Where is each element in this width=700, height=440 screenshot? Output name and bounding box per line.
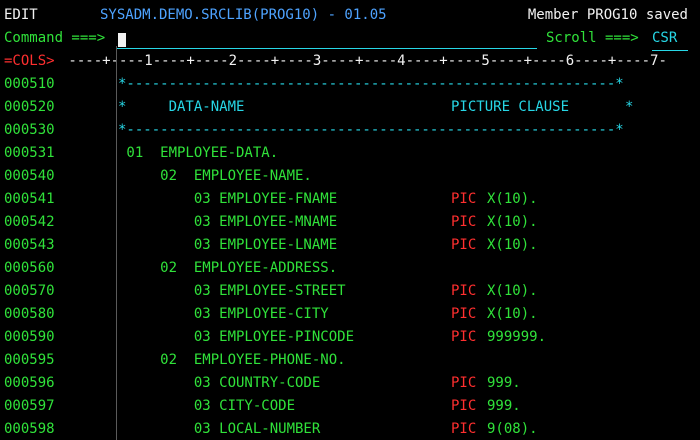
pic-value: 9(08). xyxy=(487,421,538,437)
source-code-text[interactable]: 03 COUNTRY-CODE xyxy=(118,372,320,395)
pic-keyword: PIC xyxy=(451,214,477,230)
source-line: 000595 02 EMPLOYEE-PHONE-NO. xyxy=(0,349,700,372)
ispf-edit-screen: EDIT SYSADM.DEMO.SRCLIB(PROG10) - 01.05 … xyxy=(0,0,700,440)
line-number-prefix[interactable]: 000598 xyxy=(4,418,109,440)
pic-value: X(10). xyxy=(487,191,538,207)
line-number-prefix[interactable]: 000570 xyxy=(4,280,109,303)
source-code-text[interactable]: 01 EMPLOYEE-DATA. xyxy=(118,142,278,165)
pic-keyword: PIC xyxy=(451,306,477,322)
source-line: 000541 03 EMPLOYEE-FNAME PIC X(10). xyxy=(0,188,700,211)
source-line: 000580 03 EMPLOYEE-CITY PIC X(10). xyxy=(0,303,700,326)
pic-value: 999999. xyxy=(487,329,547,345)
picture-clause-heading: PICTURE CLAUSE xyxy=(451,99,570,115)
line-number-prefix[interactable]: 000580 xyxy=(4,303,109,326)
pic-keyword: PIC xyxy=(451,191,477,207)
source-code-text[interactable]: 03 EMPLOYEE-MNAME xyxy=(118,211,337,234)
title-bar: EDIT SYSADM.DEMO.SRCLIB(PROG10) - 01.05 … xyxy=(0,4,700,27)
source-code-text[interactable]: *---------------------------------------… xyxy=(118,119,624,142)
comment-end-marker: * xyxy=(625,99,634,115)
pic-value: X(10). xyxy=(487,214,538,230)
source-code-text[interactable]: 03 EMPLOYEE-LNAME xyxy=(118,234,337,257)
scroll-label: Scroll ===> xyxy=(546,30,639,46)
command-input[interactable] xyxy=(117,30,537,49)
source-code-text[interactable]: 03 EMPLOYEE-PINCODE xyxy=(118,326,354,349)
line-number-prefix[interactable]: 000530 xyxy=(4,119,109,142)
line-number-prefix[interactable]: 000541 xyxy=(4,188,109,211)
line-number-prefix[interactable]: 000531 xyxy=(4,142,109,165)
line-number-prefix[interactable]: 000540 xyxy=(4,165,109,188)
source-code-text[interactable]: 03 CITY-CODE xyxy=(118,395,295,418)
pic-value: 999. xyxy=(487,375,521,391)
command-label: Command ===> xyxy=(4,30,106,46)
source-line: 000531 01 EMPLOYEE-DATA. xyxy=(0,142,700,165)
source-line: 000540 02 EMPLOYEE-NAME. xyxy=(0,165,700,188)
line-number-prefix[interactable]: 000543 xyxy=(4,234,109,257)
pic-value: X(10). xyxy=(487,306,538,322)
pic-value: 999. xyxy=(487,398,521,414)
line-number-prefix[interactable]: 000596 xyxy=(4,372,109,395)
source-line: 000596 03 COUNTRY-CODE PIC 999. xyxy=(0,372,700,395)
source-code-text[interactable]: * DATA-NAME xyxy=(118,96,244,119)
source-line: 000598 03 LOCAL-NUMBER PIC 9(08). xyxy=(0,418,700,440)
pic-keyword: PIC xyxy=(451,375,477,391)
text-cursor xyxy=(118,33,126,47)
pic-keyword: PIC xyxy=(451,421,477,437)
line-number-prefix[interactable]: 000597 xyxy=(4,395,109,418)
scroll-amount-field[interactable]: CSR xyxy=(652,27,688,51)
line-number-prefix[interactable]: 000595 xyxy=(4,349,109,372)
source-line: 000560 02 EMPLOYEE-ADDRESS. xyxy=(0,257,700,280)
edit-mode-label: EDIT xyxy=(4,7,38,23)
cols-tag: =COLS> xyxy=(4,53,55,69)
line-number-prefix[interactable]: 000542 xyxy=(4,211,109,234)
source-code-text[interactable]: 03 EMPLOYEE-CITY xyxy=(118,303,329,326)
line-number-prefix[interactable]: 000560 xyxy=(4,257,109,280)
column-ruler: =COLS> ----+----1----+----2----+----3---… xyxy=(0,50,700,73)
line-number-prefix[interactable]: 000590 xyxy=(4,326,109,349)
pic-keyword: PIC xyxy=(451,237,477,253)
source-code-text[interactable]: 03 LOCAL-NUMBER xyxy=(118,418,320,440)
source-line: 000543 03 EMPLOYEE-LNAME PIC X(10). xyxy=(0,234,700,257)
pic-value: X(10). xyxy=(487,283,538,299)
source-line: 000590 03 EMPLOYEE-PINCODE PIC 999999. xyxy=(0,326,700,349)
pic-keyword: PIC xyxy=(451,329,477,345)
source-line: 000510 *---------------------------------… xyxy=(0,73,700,96)
pic-value: X(10). xyxy=(487,237,538,253)
source-code-text[interactable]: *---------------------------------------… xyxy=(118,73,624,96)
source-code-text[interactable]: 02 EMPLOYEE-PHONE-NO. xyxy=(118,349,345,372)
source-line: 000520 * DATA-NAME PICTURE CLAUSE * xyxy=(0,96,700,119)
source-code-text[interactable]: 03 EMPLOYEE-STREET xyxy=(118,280,346,303)
status-message: Member PROG10 saved xyxy=(527,7,688,23)
source-line: 000530 *---------------------------------… xyxy=(0,119,700,142)
source-code-text[interactable]: 03 EMPLOYEE-FNAME xyxy=(118,188,337,211)
command-line: Command ===> Scroll ===> CSR xyxy=(0,27,700,51)
ruler-scale: ----+----1----+----2----+----3----+----4… xyxy=(60,53,667,69)
source-code-text[interactable]: 02 EMPLOYEE-NAME. xyxy=(118,165,312,188)
source-line: 000542 03 EMPLOYEE-MNAME PIC X(10). xyxy=(0,211,700,234)
line-number-prefix[interactable]: 000520 xyxy=(4,96,109,119)
dataset-name: SYSADM.DEMO.SRCLIB(PROG10) - 01.05 xyxy=(100,7,387,23)
source-code-text[interactable]: 02 EMPLOYEE-ADDRESS. xyxy=(118,257,337,280)
pic-keyword: PIC xyxy=(451,398,477,414)
pic-keyword: PIC xyxy=(451,283,477,299)
line-number-prefix[interactable]: 000510 xyxy=(4,73,109,96)
source-line: 000570 03 EMPLOYEE-STREET PIC X(10). xyxy=(0,280,700,303)
source-line: 000597 03 CITY-CODE PIC 999. xyxy=(0,395,700,418)
